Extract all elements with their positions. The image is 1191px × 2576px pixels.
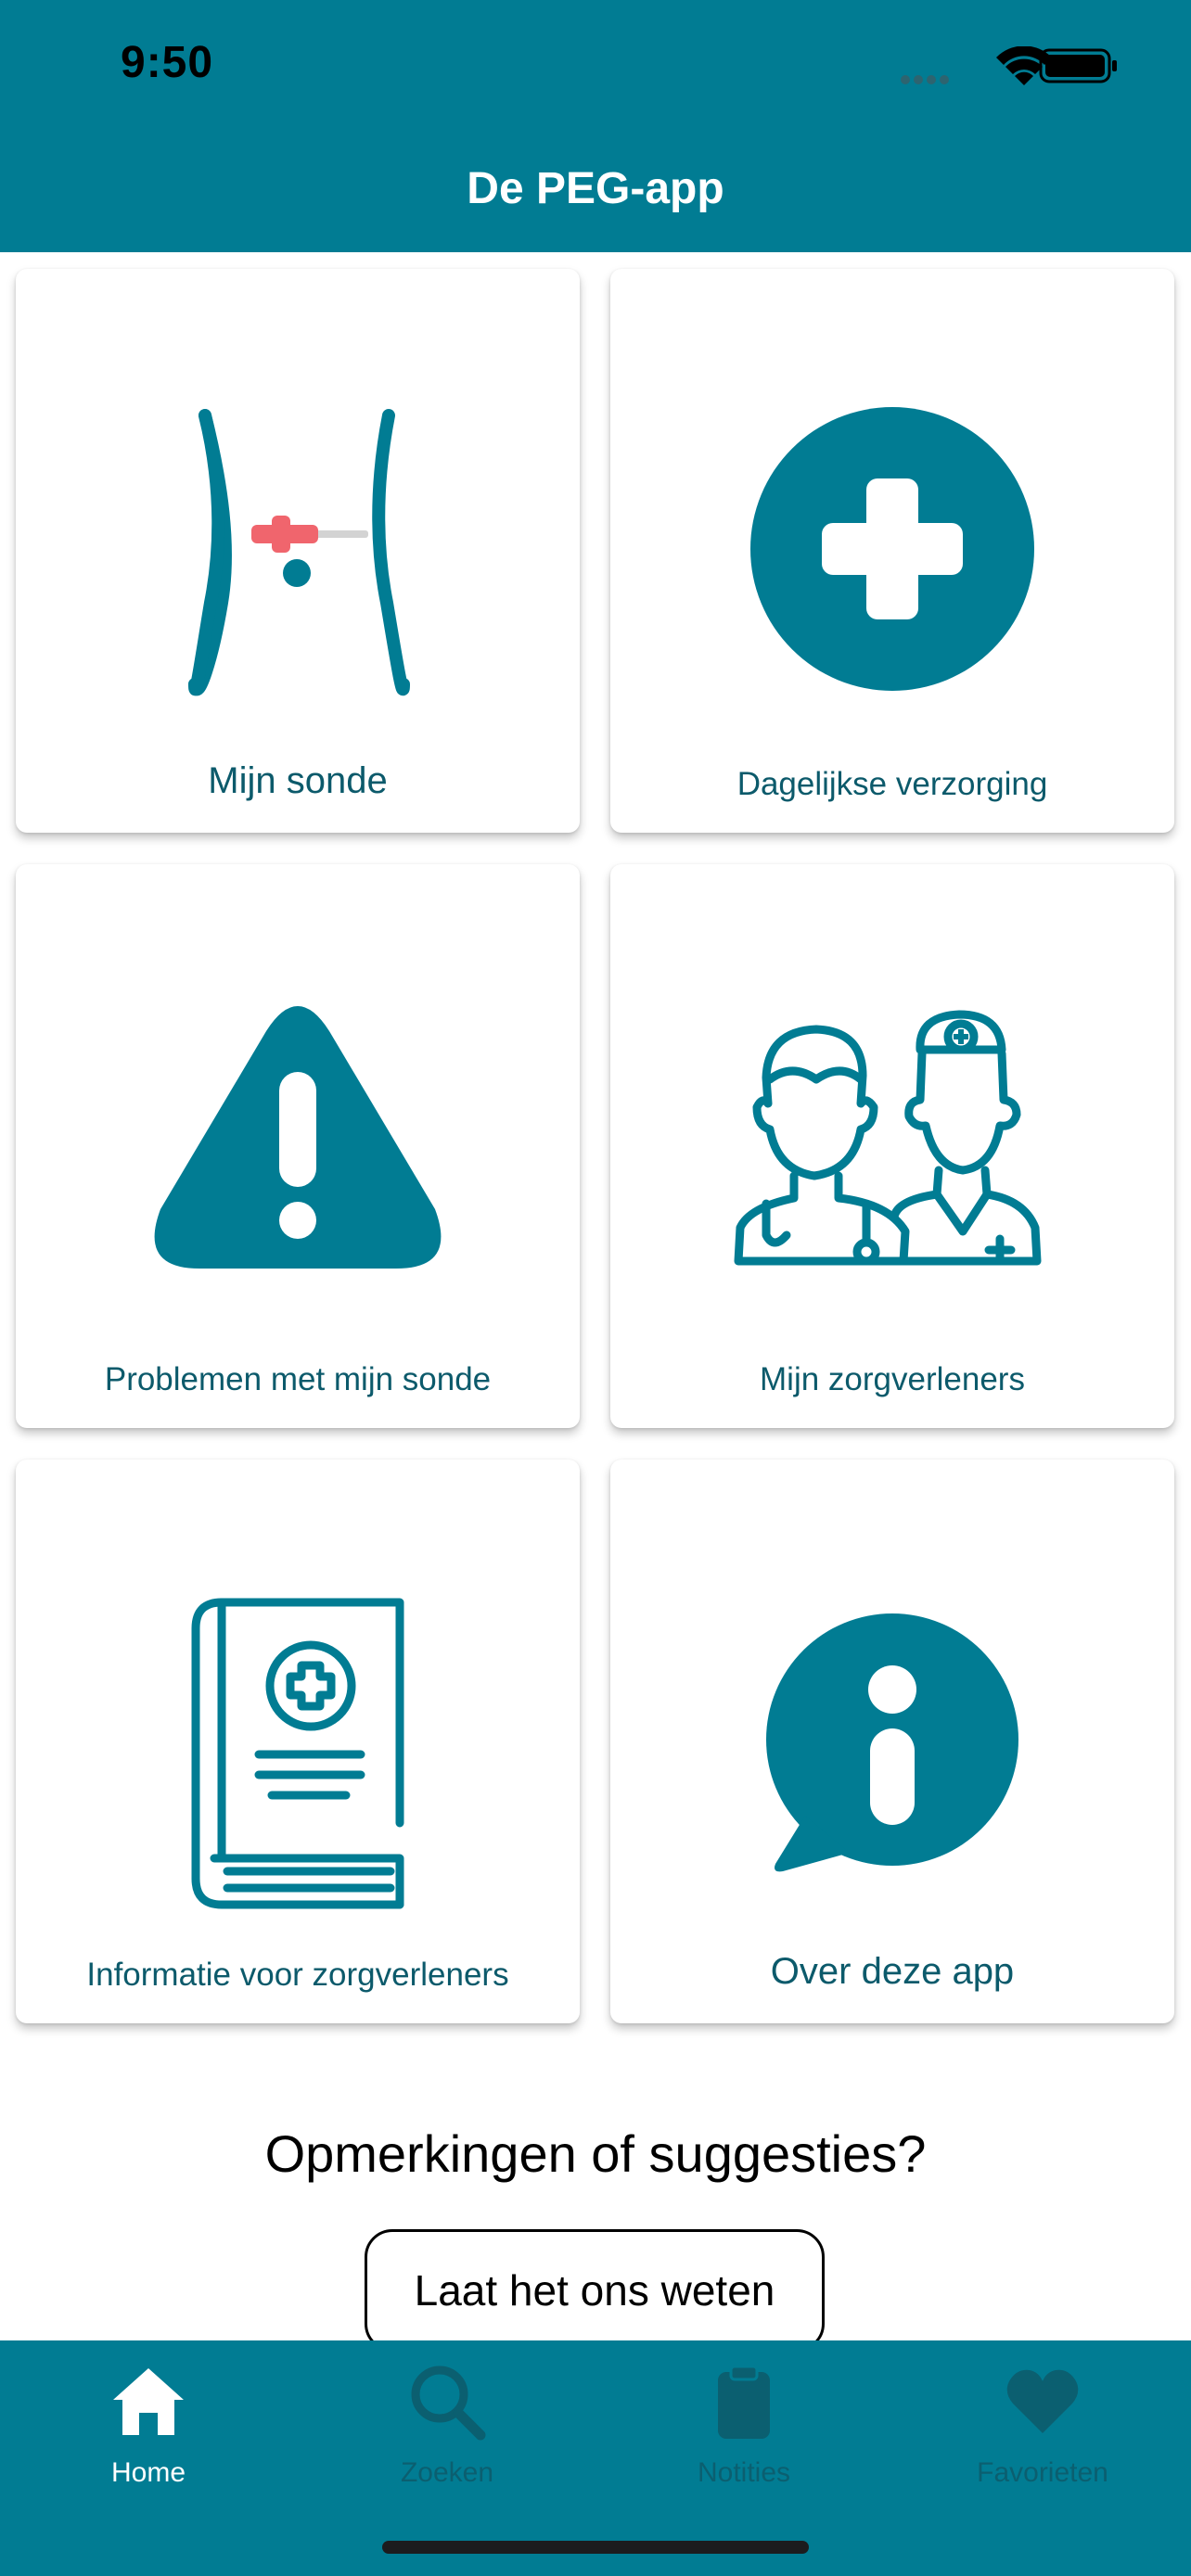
card-label: Dagelijkse verzorging <box>736 766 1048 802</box>
tab-home[interactable]: Home <box>0 2340 297 2489</box>
tab-zoeken[interactable]: Zoeken <box>299 2340 596 2489</box>
cellular-signal-icon <box>901 75 949 84</box>
warning-triangle-icon <box>154 1006 442 1269</box>
tab-favorieten[interactable]: Favorieten <box>894 2340 1191 2489</box>
tab-label: Notities <box>697 2457 791 2488</box>
card-over-deze-app[interactable]: Over deze app <box>610 1460 1174 2023</box>
battery-icon <box>1039 48 1117 83</box>
info-speech-bubble-icon <box>766 1613 1018 1872</box>
search-icon <box>411 2366 486 2441</box>
medical-book-icon <box>191 1598 404 1909</box>
card-label: Informatie voor zorgverleners <box>86 1957 509 1993</box>
medical-cross-icon <box>750 407 1034 691</box>
tab-label: Home <box>110 2457 186 2488</box>
page-title: De PEG-app <box>467 164 724 213</box>
card-mijn-zorgverleners[interactable]: Mijn zorgverleners <box>610 864 1174 1428</box>
card-label: Mijn sonde <box>208 760 388 801</box>
tab-label: Zoeken <box>400 2457 494 2488</box>
card-dagelijkse-verzorging[interactable]: Dagelijkse verzorging <box>610 269 1174 833</box>
card-label: Problemen met mijn sonde <box>104 1361 492 1397</box>
feedback-title: Opmerkingen of suggesties? <box>264 2124 927 2183</box>
card-informatie-voor-zorgverleners[interactable]: Informatie voor zorgverleners <box>16 1460 580 2023</box>
card-problemen-met-mijn-sonde[interactable]: Problemen met mijn sonde <box>16 864 580 1428</box>
app-header: 9:50 De PEG-app <box>0 0 1191 252</box>
card-mijn-sonde[interactable]: Mijn sonde <box>16 269 580 833</box>
feedback-button[interactable]: Laat het ons weten <box>365 2229 825 2352</box>
abdomen-tube-icon <box>188 409 410 696</box>
healthcare-providers-icon <box>734 1010 1042 1266</box>
tab-label: Favorieten <box>977 2457 1108 2488</box>
heart-icon <box>1006 2369 1079 2433</box>
tab-notities[interactable]: Notities <box>596 2340 892 2489</box>
home-icon <box>113 2368 184 2435</box>
card-label: Mijn zorgverleners <box>760 1361 1025 1397</box>
status-icons <box>901 46 1117 85</box>
card-label: Over deze app <box>770 1951 1015 1992</box>
status-time: 9:50 <box>121 38 214 87</box>
home-indicator <box>382 2541 809 2554</box>
clipboard-icon <box>718 2365 770 2439</box>
